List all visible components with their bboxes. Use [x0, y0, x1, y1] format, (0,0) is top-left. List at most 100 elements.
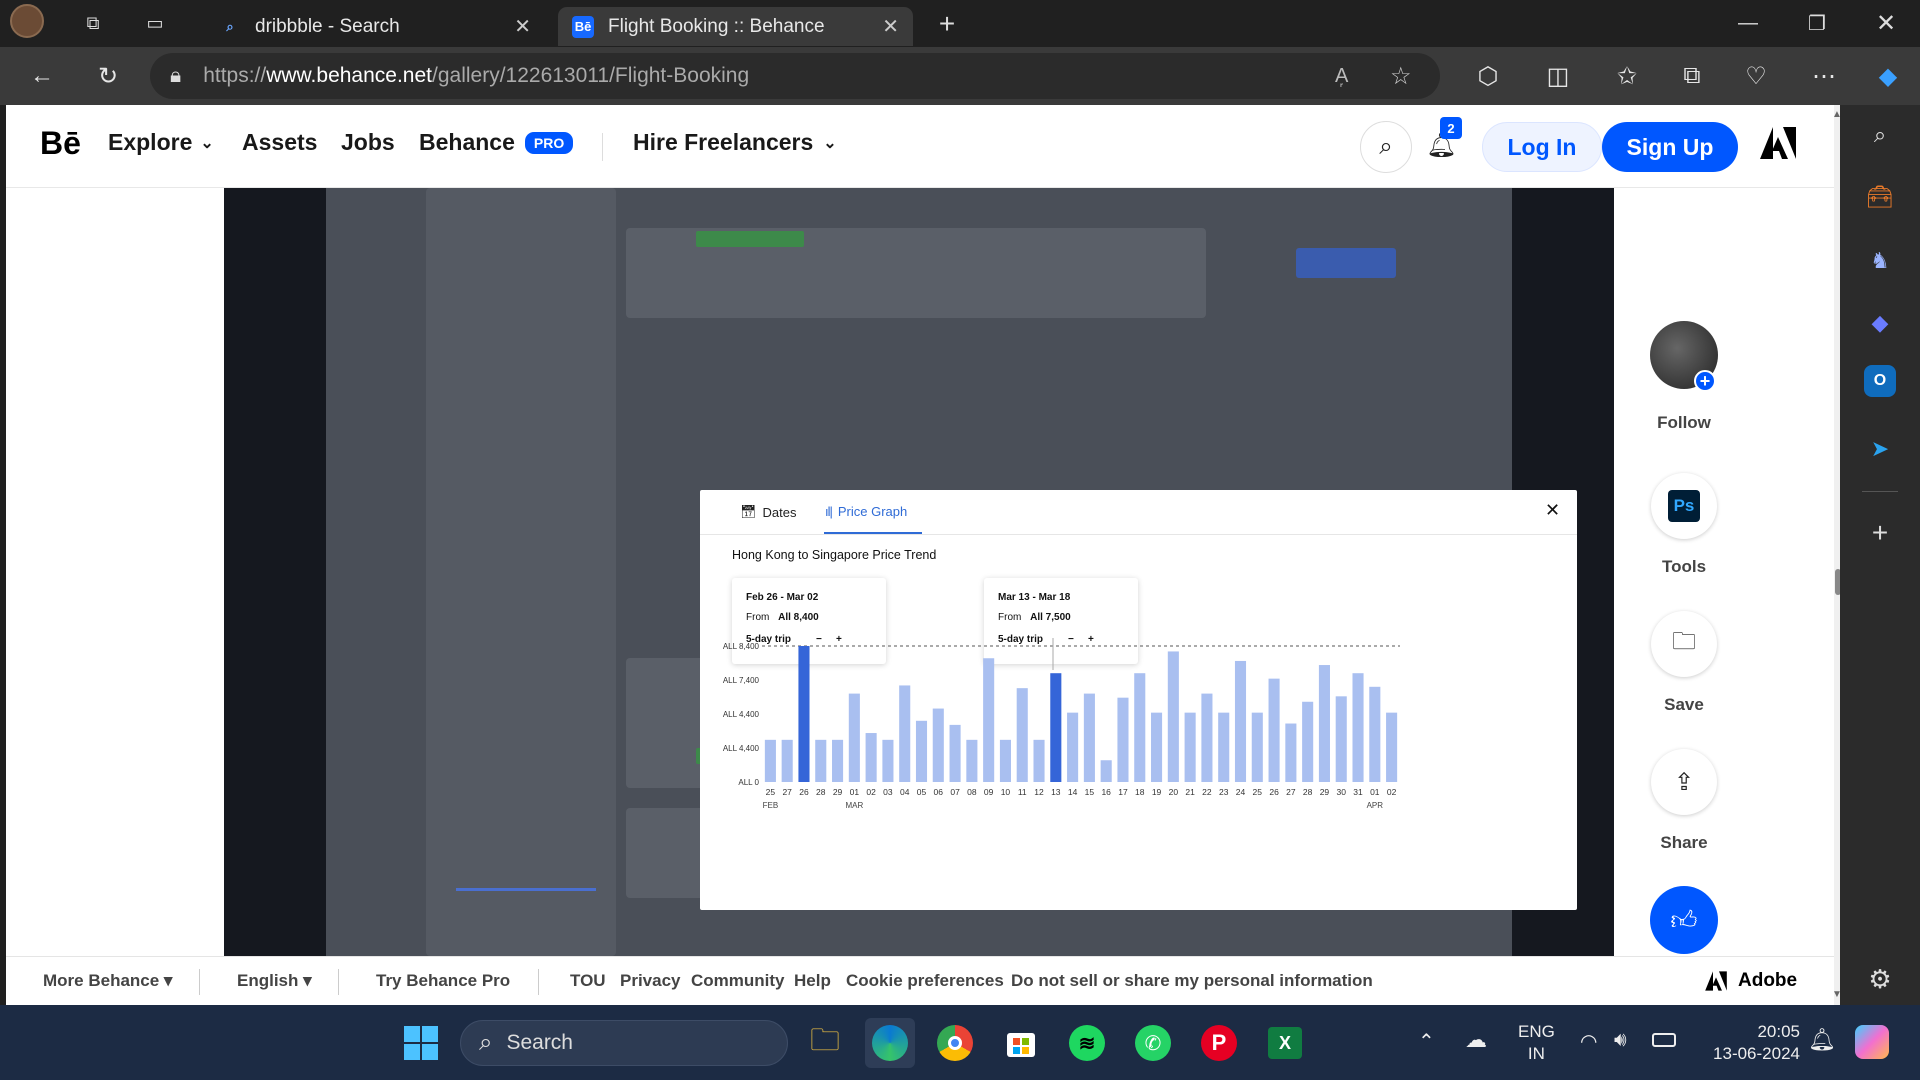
favorite-star-icon[interactable]: ☆	[1390, 62, 1412, 91]
month-label: FEB	[763, 801, 779, 810]
volume-icon[interactable]: 🔊︎	[1614, 1029, 1627, 1052]
show-hidden-icons-icon[interactable]: ⌃	[1418, 1029, 1435, 1054]
back-button[interactable]: ←	[20, 54, 64, 98]
clock[interactable]: 20:05 13-06-2024	[1700, 1021, 1800, 1065]
y-tick-label: ALL 4,400	[723, 744, 760, 753]
read-aloud-icon[interactable]: A᷊	[1335, 65, 1348, 88]
whatsapp-icon[interactable]: ✆	[1128, 1018, 1178, 1068]
copilot-taskbar-icon[interactable]	[1855, 1025, 1889, 1059]
close-window-button[interactable]: ✕	[1851, 0, 1920, 47]
pinterest-icon[interactable]: P	[1194, 1018, 1244, 1068]
x-tick-label: 13	[1051, 787, 1061, 797]
extensions-icon[interactable]: ⬡	[1466, 54, 1510, 98]
language-select[interactable]: English ▾	[237, 971, 312, 991]
tab-actions-icon[interactable]: ▭	[132, 0, 178, 47]
taskbar-search-box[interactable]: ⌕ Search	[460, 1020, 788, 1066]
start-windows-icon[interactable]	[396, 1018, 446, 1068]
address-bar[interactable]: 🔒︎ https://www.behance.net/gallery/12261…	[150, 53, 1440, 99]
search-button[interactable]: ⌕	[1360, 121, 1412, 173]
send-icon[interactable]: ➤	[1858, 427, 1902, 471]
price-bar	[1050, 673, 1062, 782]
nav-jobs[interactable]: Jobs	[341, 129, 395, 156]
help-link[interactable]: Help	[794, 971, 831, 991]
appreciate-button[interactable]: 👍︎	[1650, 886, 1718, 954]
workspaces-icon[interactable]: ⧉	[70, 0, 116, 47]
chrome-icon[interactable]	[930, 1018, 980, 1068]
tab-dribbble[interactable]: ⌕ dribbble - Search ✕	[205, 7, 545, 46]
notification-bell-icon[interactable]: 🔔︎	[1808, 1027, 1836, 1053]
y-tick-label: ALL 0	[738, 778, 759, 787]
settings-gear-icon[interactable]: ⚙	[1858, 957, 1902, 1001]
price-bar	[865, 733, 877, 782]
more-behance-link[interactable]: More Behance ▾	[43, 971, 172, 991]
nav-hire-freelancers[interactable]: Hire Freelancers ⌄	[633, 129, 837, 156]
adobe-logo-icon[interactable]	[1758, 123, 1798, 163]
split-screen-icon[interactable]: ◫	[1536, 54, 1580, 98]
close-icon[interactable]: ✕	[882, 14, 899, 39]
x-tick-label: 28	[1303, 787, 1313, 797]
behance-logo[interactable]: Bē	[40, 125, 81, 162]
collections-icon[interactable]: ⧉	[1670, 54, 1714, 98]
share-action[interactable]: ⇪ Share	[1650, 749, 1718, 853]
nav-hire-label: Hire Freelancers	[633, 129, 814, 155]
price-graph-modal: 📅︎ Dates ıl| Price Graph ✕ Hong Kong to Si…	[700, 490, 1577, 910]
follow-label[interactable]: Follow	[1650, 413, 1718, 433]
file-explorer-icon[interactable]: 🗀	[800, 1018, 850, 1068]
privacy-link[interactable]: Privacy	[620, 971, 681, 991]
add-app-icon[interactable]: +	[1858, 511, 1902, 555]
nav-explore[interactable]: Explore ⌄	[108, 129, 214, 156]
games-icon[interactable]: ♞	[1858, 239, 1902, 283]
blurred-book-button	[1296, 248, 1396, 278]
cookie-preferences-link[interactable]: Cookie preferences	[846, 971, 1004, 991]
x-tick-label: 31	[1353, 787, 1363, 797]
more-menu-icon[interactable]: ⋯	[1802, 54, 1846, 98]
price-bar	[1151, 712, 1163, 782]
close-icon[interactable]: ✕	[514, 14, 531, 39]
try-behance-pro-link[interactable]: Try Behance Pro	[376, 971, 510, 991]
microsoft-store-icon[interactable]	[996, 1018, 1046, 1068]
edge-sidebar: ⌕ 🧰︎ ♞ ◆ O ➤ + ⚙	[1840, 105, 1920, 1005]
browser-essentials-icon[interactable]: ♡	[1734, 54, 1778, 98]
save-action[interactable]: 🗀 Save	[1650, 611, 1718, 715]
restore-button[interactable]: ❐	[1782, 0, 1852, 47]
search-icon[interactable]: ⌕	[1858, 113, 1902, 157]
price-bar	[1117, 697, 1129, 782]
outlook-icon[interactable]: O	[1864, 365, 1896, 397]
excel-icon[interactable]: X	[1260, 1018, 1310, 1068]
new-tab-button[interactable]: +	[924, 0, 970, 47]
nav-behance-pro[interactable]: Behance PRO	[419, 129, 574, 156]
signup-button[interactable]: Sign Up	[1602, 122, 1738, 172]
tou-link[interactable]: TOU	[570, 971, 606, 991]
save-label: Save	[1664, 695, 1704, 714]
tools-action[interactable]: Ps Tools	[1650, 473, 1718, 577]
follow-plus-icon[interactable]: +	[1694, 370, 1716, 392]
language-code: ENG	[1518, 1022, 1555, 1041]
battery-icon[interactable]	[1652, 1033, 1676, 1047]
do-not-sell-link[interactable]: Do not sell or share my personal informa…	[1011, 971, 1373, 991]
minimize-button[interactable]: —	[1713, 0, 1783, 47]
profile-avatar[interactable]	[10, 4, 44, 38]
language-indicator[interactable]: ENG IN	[1518, 1021, 1555, 1065]
edge-browser-icon[interactable]	[865, 1018, 915, 1068]
favorites-icon[interactable]: ✩	[1605, 54, 1649, 98]
nav-assets[interactable]: Assets	[242, 129, 317, 156]
tools-icon[interactable]: 🧰︎	[1858, 175, 1902, 219]
footer-divider	[199, 969, 200, 995]
copilot-icon[interactable]: ◆	[1866, 54, 1910, 98]
refresh-button[interactable]: ↻	[86, 54, 130, 98]
adobe-logo-icon	[1705, 971, 1727, 991]
x-tick-label: 22	[1202, 787, 1212, 797]
lock-icon: 🔒︎	[170, 64, 182, 87]
copilot-side-icon[interactable]: ◆	[1858, 301, 1902, 345]
tab-behance[interactable]: Bē Flight Booking :: Behance ✕	[558, 7, 913, 46]
onedrive-cloud-icon[interactable]: ☁	[1465, 1027, 1487, 1053]
spotify-icon[interactable]: ≋	[1062, 1018, 1112, 1068]
wifi-icon[interactable]: ◠	[1580, 1029, 1597, 1054]
x-tick-label: 17	[1118, 787, 1128, 797]
login-button[interactable]: Log In	[1482, 122, 1602, 172]
adobe-footer-logo[interactable]: Adobe	[1702, 969, 1797, 993]
url-prefix: https://	[203, 64, 267, 87]
price-bar	[1234, 660, 1247, 782]
community-link[interactable]: Community	[691, 971, 785, 991]
share-icon: ⇪	[1673, 768, 1695, 796]
